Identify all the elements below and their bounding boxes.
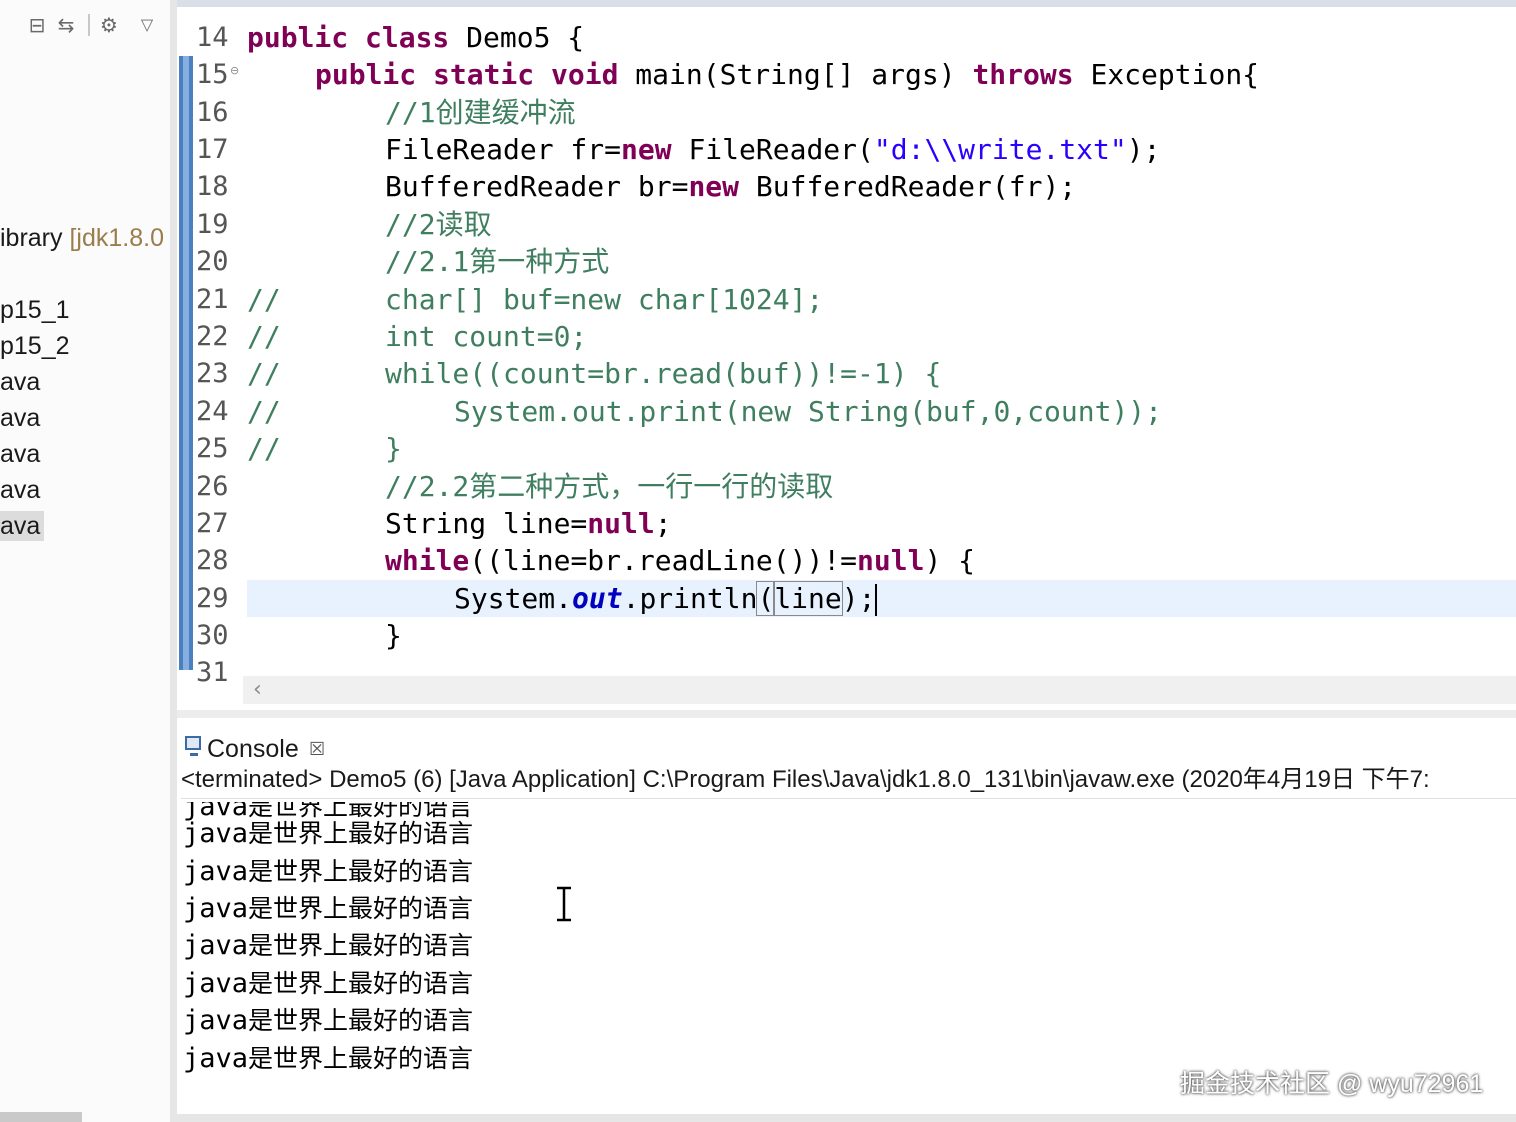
tree-item-label: ava [0, 476, 41, 504]
view-menu-icon[interactable]: ▽ [136, 12, 158, 38]
code-line-25-commented: } [385, 432, 402, 465]
line-number: 25 [196, 433, 229, 464]
view-splitter[interactable] [177, 710, 1516, 718]
change-ruler-highlight [183, 56, 189, 670]
tree-item-jre-library[interactable]: ibrary [jdk1.8.0 [0, 223, 164, 253]
code-line-21-commented: char[] buf=new char[1024]; [385, 283, 824, 316]
tree-item-label: ava [0, 368, 41, 396]
line-number: 26 [196, 471, 229, 502]
console-output-line: java是世界上最好的语言 [183, 1043, 474, 1074]
text-caret [875, 584, 878, 616]
console-output-line: java是世界上最好的语言 [183, 893, 474, 924]
code-line-27: String line=null; [385, 507, 672, 540]
tree-item-java-file-selected[interactable]: ava [0, 511, 45, 541]
code-line-23-commented: while((count=br.read(buf))!=-1) { [385, 357, 942, 390]
view-splitter[interactable] [170, 0, 177, 1122]
line-number: 16 [196, 97, 229, 128]
tree-item-java-file[interactable]: ava [0, 367, 40, 397]
code-line-28: while((line=br.readLine())!=null) { [385, 544, 976, 577]
comment-prefix: // [247, 432, 281, 465]
editor-tab-bar [177, 0, 1516, 7]
code-line-17: FileReader fr=new FileReader("d:\\write.… [385, 133, 1161, 166]
comment-prefix: // [247, 357, 281, 390]
line-number: 30 [196, 620, 229, 651]
code-line-22-commented: int count=0; [385, 320, 588, 353]
code-line-14: public class Demo5 { [247, 21, 585, 54]
tree-item-java-file[interactable]: ava [0, 439, 40, 469]
line-number: 14 [196, 22, 229, 53]
console-output-line: java是世界上最好的语言 [183, 968, 474, 999]
tree-item-label: ava [0, 404, 41, 432]
code-line-15: public static void main(String[] args) t… [315, 58, 1260, 91]
line-number: 27 [196, 508, 229, 539]
tree-item-label: p15_1 [0, 296, 70, 324]
fold-collapse-icon[interactable]: ⊖ [230, 64, 240, 77]
line-number: 20 [196, 246, 229, 277]
console-output-line: java是世界上最好的语言 [183, 930, 474, 961]
tree-item-jdk-suffix: [jdk1.8.0 [69, 224, 164, 252]
code-line-20-comment: //2.1第一种方式 [385, 245, 610, 278]
text-cursor-icon [557, 886, 571, 922]
code-line-18: BufferedReader br=new BufferedReader(fr)… [385, 170, 1077, 203]
line-number: 17 [196, 134, 229, 165]
tree-item-p15-2[interactable]: p15_2 [0, 331, 70, 361]
tree-item-p15-1[interactable]: p15_1 [0, 295, 70, 325]
editor-horizontal-scrollbar[interactable] [243, 676, 1516, 704]
code-line-30: } [385, 619, 402, 652]
console-output-line: java是世界上最好的语言 [183, 818, 474, 849]
tree-item-label: ibrary [0, 224, 70, 252]
toolbar-separator [88, 14, 90, 36]
line-number: 22 [196, 321, 229, 352]
line-number: 28 [196, 545, 229, 576]
code-editor[interactable]: 14 15 ⊖ 16 17 18 19 20 21 22 23 24 25 26… [177, 0, 1516, 710]
tree-item-label: ava [0, 512, 41, 540]
code-line-19-comment: //2读取 [385, 208, 492, 241]
tree-item-java-file[interactable]: ava [0, 475, 40, 505]
line-number: 29 [196, 583, 229, 614]
tree-item-label: p15_2 [0, 332, 70, 360]
line-number: 19 [196, 209, 229, 240]
line-number: 24 [196, 396, 229, 427]
console-icon [185, 736, 201, 756]
console-process-header: <terminated> Demo5 (6) [Java Application… [181, 762, 1516, 799]
line-number: 31 [196, 657, 229, 688]
console-view: Console ☒ <terminated> Demo5 (6) [Java A… [177, 710, 1516, 1122]
tree-item-label: ava [0, 440, 41, 468]
code-line-24-commented: System.out.print(new String(buf,0,count)… [454, 395, 1163, 428]
package-explorer: ⊟ ⇆ ⚙ ▽ ibrary [jdk1.8.0 p15_1 p15_2 ava… [0, 0, 170, 1122]
console-bottom-edge [177, 1114, 1516, 1122]
console-output-line: java是世界上最好的语言 [183, 856, 474, 887]
line-number: 23 [196, 358, 229, 389]
line-number: 18 [196, 171, 229, 202]
filter-icon[interactable]: ⚙ [98, 12, 120, 38]
tree-item-java-file[interactable]: ava [0, 403, 40, 433]
watermark: 掘金技术社区 @ wyu72961 [1180, 1070, 1484, 1098]
sidebar-horizontal-scrollbar[interactable] [0, 1112, 82, 1122]
code-line-16-comment: //1创建缓冲流 [385, 96, 576, 129]
scroll-left-icon[interactable]: ‹ [253, 677, 262, 702]
code-line-29-current: System.out.println(line); [247, 580, 1516, 617]
code-line-26-comment: //2.2第二种方式，一行一行的读取 [385, 470, 834, 503]
comment-prefix: // [247, 395, 281, 428]
collapse-all-icon[interactable]: ⊟ [26, 12, 48, 38]
comment-prefix: // [247, 320, 281, 353]
link-with-editor-icon[interactable]: ⇆ [55, 12, 77, 38]
console-output-line: java是世界上最好的语言 [183, 1005, 474, 1036]
line-number: 21 [196, 284, 229, 315]
comment-prefix: // [247, 283, 281, 316]
